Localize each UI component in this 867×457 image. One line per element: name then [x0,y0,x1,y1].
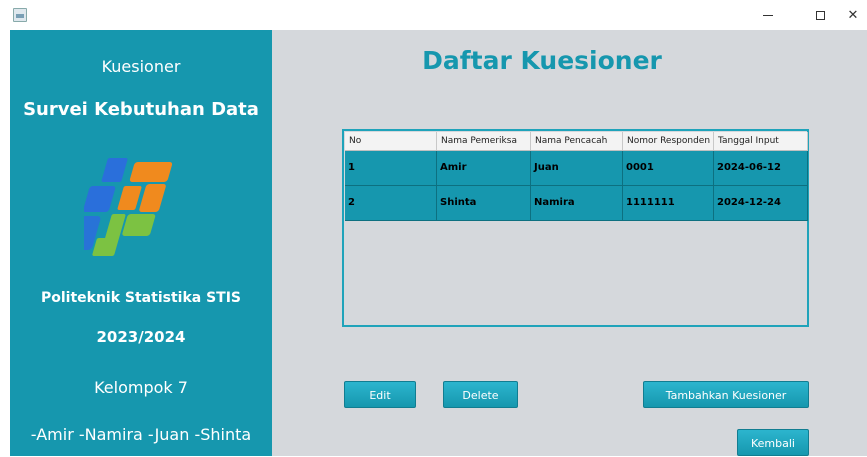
column-header-tanggal-input[interactable]: Tanggal Input [714,132,808,150]
cell-nama-pemeriksa[interactable]: Amir [437,151,531,185]
column-header-nama-pemeriksa[interactable]: Nama Pemeriksa [437,132,531,150]
maximize-icon [815,10,825,20]
close-button[interactable]: ✕ [841,4,865,26]
questionnaire-table: No Nama Pemeriksa Nama Pencacah Nomor Re… [342,129,809,327]
cell-nomor-responden[interactable]: 1111111 [623,186,714,220]
sidebar: Kuesioner Survei Kebutuhan Data Politekn… [10,30,272,456]
members-label: -Amir -Namira -Juan -Shinta [30,425,252,444]
cell-nama-pencacah[interactable]: Juan [531,151,623,185]
cell-no[interactable]: 2 [345,186,437,220]
minimize-icon [763,14,773,16]
table-header: No Nama Pemeriksa Nama Pencacah Nomor Re… [345,132,808,151]
cell-nama-pencacah[interactable]: Namira [531,186,623,220]
minimize-button[interactable] [756,4,780,26]
cell-no[interactable]: 1 [345,151,437,185]
survey-title: Survei Kebutuhan Data [23,99,259,120]
column-header-no[interactable]: No [345,132,437,150]
maximize-button[interactable] [808,4,832,26]
table-body: No Nama Pemeriksa Nama Pencacah Nomor Re… [345,132,808,221]
column-header-nomor-responden[interactable]: Nomor Responden [623,132,714,150]
main-panel: Daftar Kuesioner No Nama Pemeriksa Nama … [272,30,867,456]
cell-nama-pemeriksa[interactable]: Shinta [437,186,531,220]
year-label: 2023/2024 [96,328,186,346]
edit-button[interactable]: Edit [344,381,416,408]
java-app-icon [13,8,27,22]
cell-tanggal-input[interactable]: 2024-12-24 [714,186,808,220]
page-title: Daftar Kuesioner [422,46,662,75]
delete-button[interactable]: Delete [443,381,518,408]
table-row[interactable]: 2 Shinta Namira 1111111 2024-12-24 [345,186,808,221]
title-bar: ✕ [0,0,867,30]
bps-logo [84,158,173,256]
cell-nomor-responden[interactable]: 0001 [623,151,714,185]
column-header-nama-pencacah[interactable]: Nama Pencacah [531,132,623,150]
add-questionnaire-button[interactable]: Tambahkan Kuesioner [643,381,809,408]
table-row[interactable]: 1 Amir Juan 0001 2024-06-12 [345,151,808,186]
close-icon: ✕ [847,7,859,23]
back-button[interactable]: Kembali [737,429,809,456]
group-label: Kelompok 7 [94,378,188,397]
cell-tanggal-input[interactable]: 2024-06-12 [714,151,808,185]
sidebar-kuesioner-label: Kuesioner [101,57,181,76]
institution-label: Politeknik Statistika STIS [40,290,242,306]
